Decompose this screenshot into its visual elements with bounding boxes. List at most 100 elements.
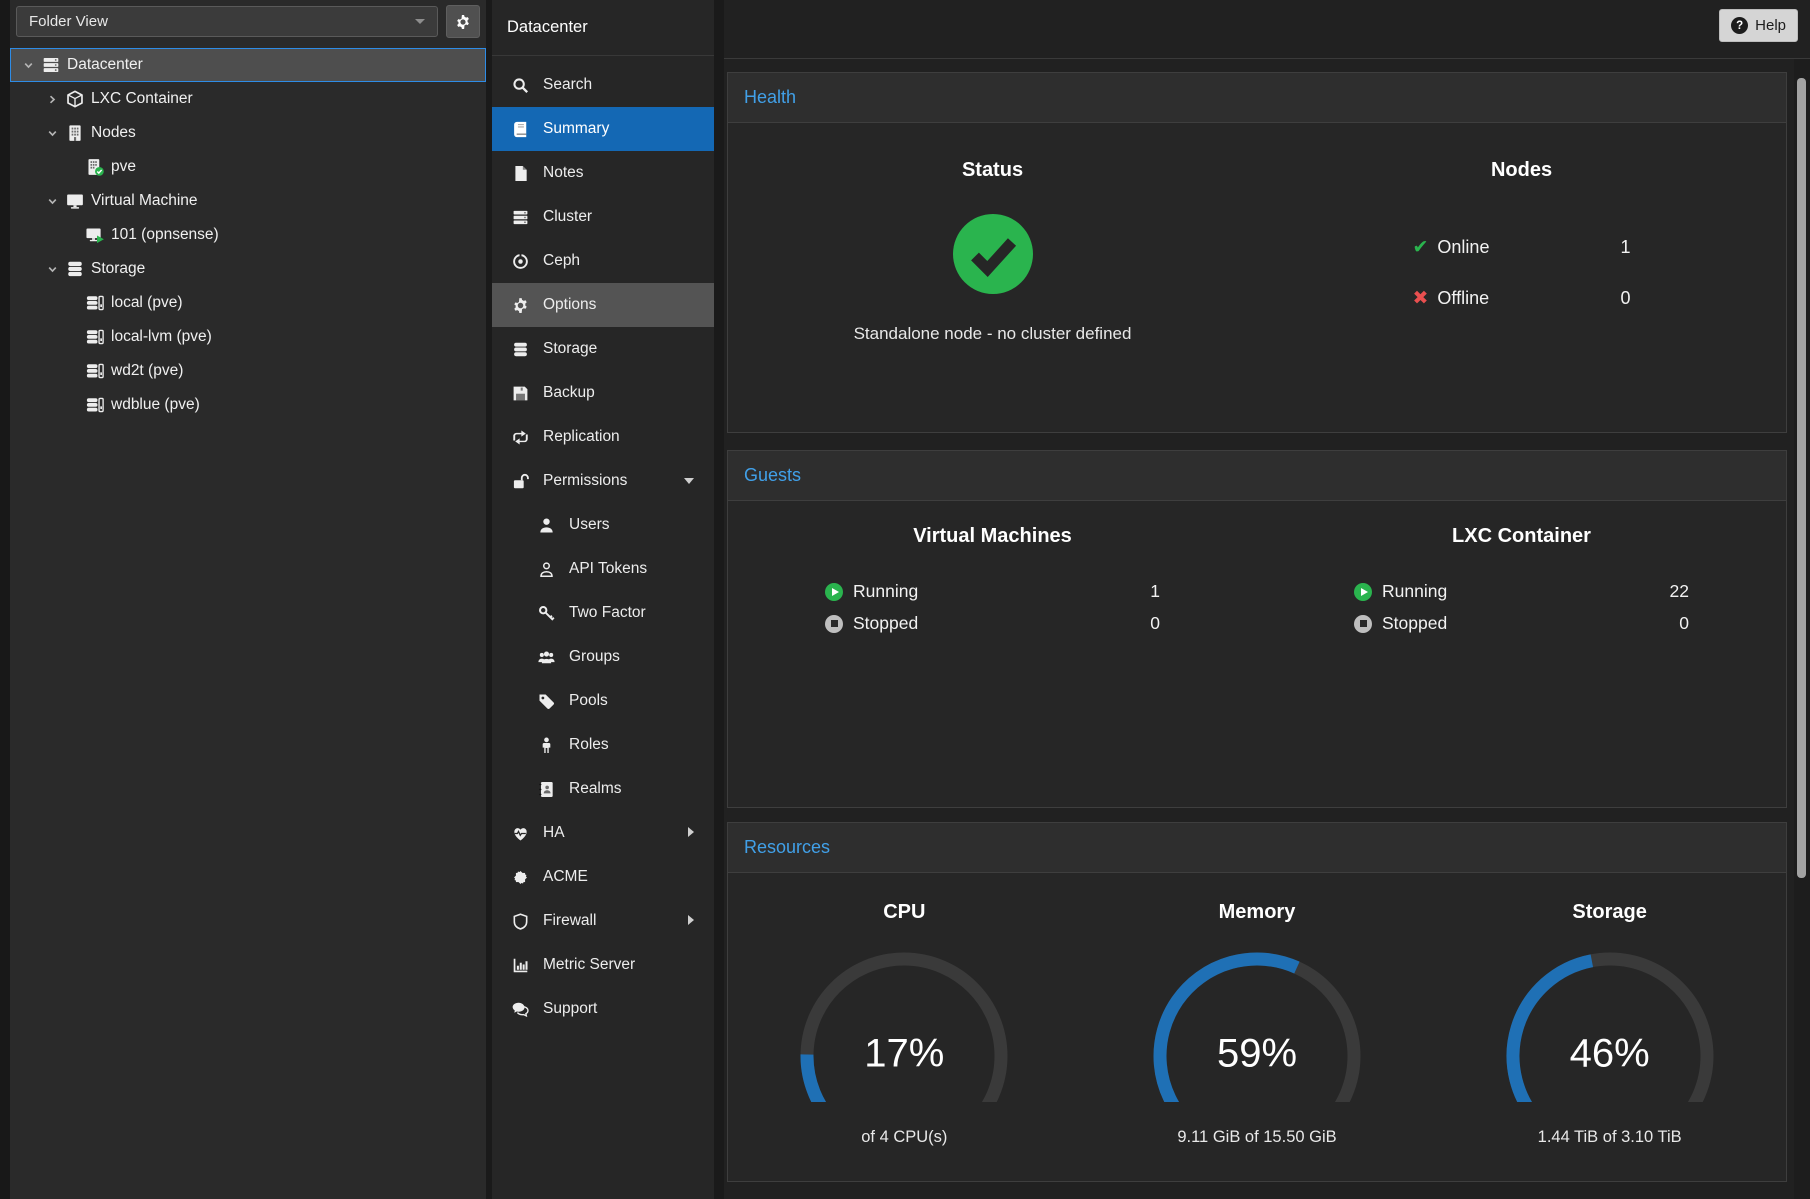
- tree-item-storage-wdblue[interactable]: wdblue (pve): [10, 388, 486, 422]
- server-icon: [42, 56, 60, 74]
- gear-icon: [512, 297, 529, 314]
- key-icon: [538, 605, 555, 622]
- monitor-icon: [66, 192, 84, 210]
- chevron-right-icon[interactable]: [46, 94, 59, 105]
- memory-percent-value: 59%: [1137, 1032, 1377, 1077]
- nav-item-options[interactable]: Options: [492, 283, 714, 327]
- nav-item-backup[interactable]: Backup: [492, 371, 714, 415]
- tree-item-storage-local[interactable]: local (pve): [10, 286, 486, 320]
- nav-item-notes[interactable]: Notes: [492, 151, 714, 195]
- nav-item-label: ACME: [543, 868, 588, 886]
- tree-item-label: wd2t (pve): [111, 362, 183, 380]
- nav-item-ha[interactable]: HA: [492, 811, 714, 855]
- cluster-icon: [512, 209, 529, 226]
- nav-item-replication[interactable]: Replication: [492, 415, 714, 459]
- nav-item-groups[interactable]: Groups: [492, 635, 714, 679]
- storage-gauge: 46%: [1490, 950, 1730, 1102]
- status-heading: Status: [728, 159, 1257, 182]
- view-mode-select[interactable]: Folder View: [16, 6, 438, 37]
- tree-item-lxc-container[interactable]: LXC Container: [10, 82, 486, 116]
- nodes-online-row: ✔ Online 1: [1413, 234, 1631, 260]
- nav-item-pools[interactable]: Pools: [492, 679, 714, 723]
- shield-icon: [512, 913, 529, 930]
- offline-label: Offline: [1437, 288, 1489, 309]
- nav-item-label: Replication: [543, 428, 620, 446]
- resources-panel-title: Resources: [728, 823, 1786, 873]
- cross-icon: ✖: [1413, 289, 1429, 308]
- vm-stopped-row: Stopped 0: [825, 610, 1160, 637]
- stop-circle-icon: [825, 615, 843, 633]
- nav-item-storage[interactable]: Storage: [492, 327, 714, 371]
- vm-stopped-value: 0: [1150, 613, 1160, 634]
- resource-tree-panel: Folder View Datacenter LXC Container: [10, 0, 486, 1199]
- nodes-offline-row: ✖ Offline 0: [1413, 285, 1631, 311]
- nav-item-roles[interactable]: Roles: [492, 723, 714, 767]
- chevron-down-icon[interactable]: [46, 264, 59, 275]
- tree-item-nodes[interactable]: Nodes: [10, 116, 486, 150]
- tree-item-vm-101[interactable]: 101 (opnsense): [10, 218, 486, 252]
- users-icon: [538, 649, 555, 666]
- tree-item-virtual-machine[interactable]: Virtual Machine: [10, 184, 486, 218]
- nav-item-ceph[interactable]: Ceph: [492, 239, 714, 283]
- tree-item-storage[interactable]: Storage: [10, 252, 486, 286]
- health-panel-title: Health: [728, 73, 1786, 123]
- nav-item-users[interactable]: Users: [492, 503, 714, 547]
- nav-item-two-factor[interactable]: Two Factor: [492, 591, 714, 635]
- cluster-status-message: Standalone node - no cluster defined: [728, 324, 1257, 344]
- database-drive-icon: [86, 328, 104, 346]
- gauge-arc: [1137, 950, 1377, 1102]
- tree-item-datacenter[interactable]: Datacenter: [10, 48, 486, 82]
- nav-item-firewall[interactable]: Firewall: [492, 899, 714, 943]
- book-icon: [512, 121, 529, 138]
- check-icon: ✔: [1413, 238, 1429, 257]
- nav-item-acme[interactable]: ACME: [492, 855, 714, 899]
- tree-settings-button[interactable]: [446, 5, 480, 38]
- nav-item-summary[interactable]: Summary: [492, 107, 714, 151]
- question-icon: ?: [1731, 17, 1748, 34]
- nodes-heading: Nodes: [1257, 159, 1786, 182]
- tree-item-label: Virtual Machine: [91, 192, 198, 210]
- nav-item-search[interactable]: Search: [492, 63, 714, 107]
- content-area: ? Help Health Status Standalone node - n…: [724, 0, 1810, 1199]
- resources-panel: Resources CPU 17% of 4 CPU(s) Memory: [727, 822, 1787, 1182]
- play-circle-icon: [825, 583, 843, 601]
- chevron-down-icon[interactable]: [46, 196, 59, 207]
- nav-item-realms[interactable]: Realms: [492, 767, 714, 811]
- help-button[interactable]: ? Help: [1719, 9, 1798, 42]
- tree-item-storage-local-lvm[interactable]: local-lvm (pve): [10, 320, 486, 354]
- lxc-heading: LXC Container: [1257, 525, 1786, 548]
- tree-item-pve[interactable]: pve: [10, 150, 486, 184]
- unlock-icon: [512, 473, 529, 490]
- nav-panel-title: Datacenter: [492, 0, 714, 56]
- vm-running-value: 1: [1150, 581, 1160, 602]
- chevron-down-icon: [415, 19, 425, 24]
- cpu-detail: of 4 CPU(s): [728, 1128, 1081, 1147]
- nav-item-cluster[interactable]: Cluster: [492, 195, 714, 239]
- cpu-percent-value: 17%: [784, 1032, 1024, 1077]
- nav-item-label: Storage: [543, 340, 597, 358]
- chevron-down-icon[interactable]: [22, 60, 35, 71]
- scrollbar-thumb[interactable]: [1797, 78, 1806, 878]
- chevron-down-icon[interactable]: [46, 128, 59, 139]
- tree-item-label: local (pve): [111, 294, 183, 312]
- tree-item-label: wdblue (pve): [111, 396, 200, 414]
- floppy-icon: [512, 385, 529, 402]
- nav-item-api-tokens[interactable]: API Tokens: [492, 547, 714, 591]
- nav-item-permissions[interactable]: Permissions: [492, 459, 714, 503]
- nav-item-metric-server[interactable]: Metric Server: [492, 943, 714, 987]
- nav-item-label: Backup: [543, 384, 595, 402]
- storage-detail: 1.44 TiB of 3.10 TiB: [1433, 1128, 1786, 1147]
- play-circle-icon: [1354, 583, 1372, 601]
- nav-item-label: Ceph: [543, 252, 580, 270]
- memory-gauge-column: Memory 59% 9.11 GiB of 15.50 GiB: [1081, 873, 1434, 1147]
- stopped-label: Stopped: [1382, 613, 1447, 634]
- tree-item-storage-wd2t[interactable]: wd2t (pve): [10, 354, 486, 388]
- help-button-label: Help: [1755, 17, 1786, 34]
- nav-item-support[interactable]: Support: [492, 987, 714, 1031]
- vertical-scrollbar[interactable]: [1794, 59, 1810, 1199]
- nav-item-label: Users: [569, 516, 609, 534]
- cube-icon: [66, 90, 84, 108]
- memory-gauge: 59%: [1137, 950, 1377, 1102]
- building-check-icon: [86, 158, 104, 176]
- online-label: Online: [1437, 237, 1489, 258]
